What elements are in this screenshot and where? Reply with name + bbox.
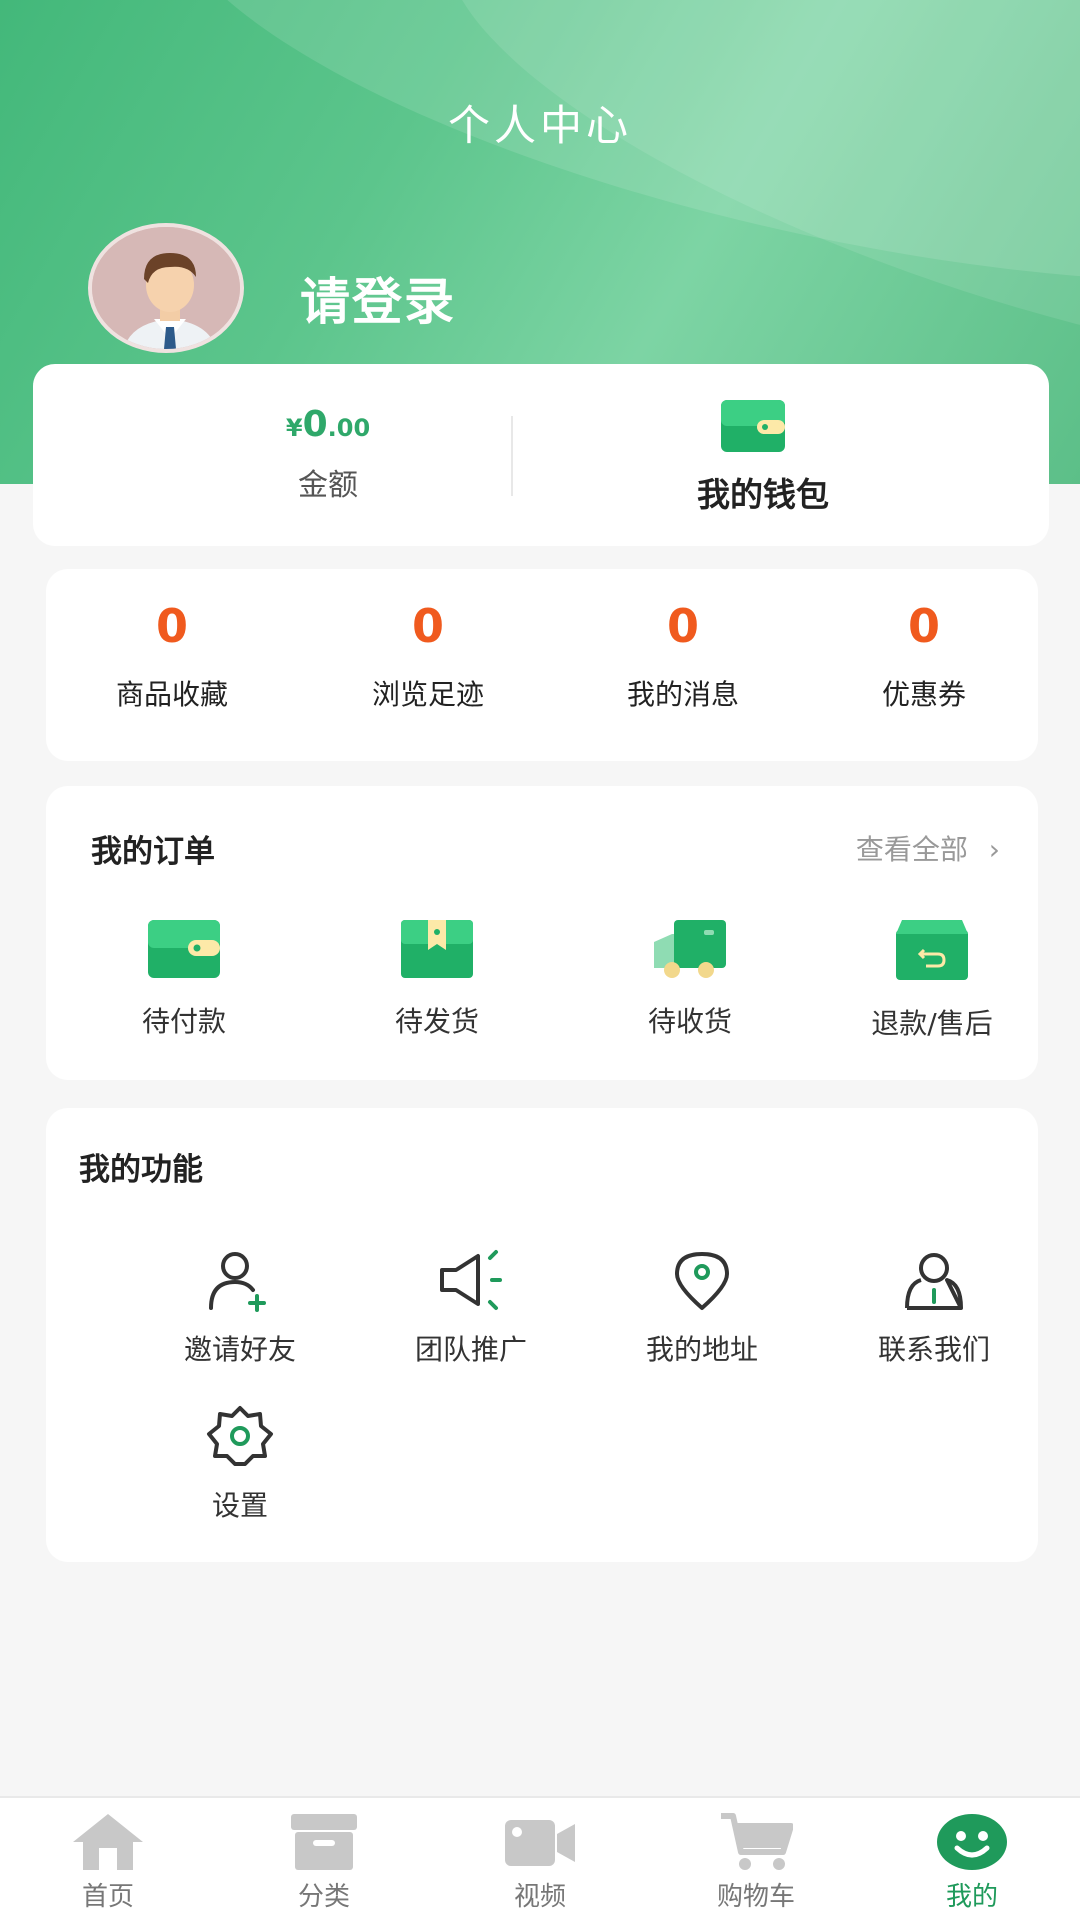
func-invite-friends[interactable]: 邀请好友 [145, 1248, 335, 1368]
tab-mine[interactable]: 我的 [892, 1812, 1052, 1913]
tab-label: 购物车 [716, 1882, 795, 1912]
tab-label: 首页 [81, 1882, 134, 1912]
login-prompt[interactable]: 请登录 [300, 262, 456, 334]
function-label: 邀请好友 [183, 1333, 296, 1366]
order-refund-aftersale[interactable]: 退款/售后 [837, 920, 1027, 1042]
stat-label: 浏览足迹 [371, 678, 484, 711]
wallet-icon [148, 920, 220, 978]
avatar[interactable] [88, 223, 244, 353]
order-pending-receipt[interactable]: 待收货 [595, 920, 785, 1040]
stat-value: 0 [666, 599, 699, 653]
view-all-orders-link[interactable]: 查看全部 › [856, 828, 1000, 868]
order-pending-shipment[interactable]: 待发货 [342, 920, 532, 1040]
stat-history[interactable]: 0 浏览足迹 [333, 599, 523, 713]
my-wallet-button[interactable]: 我的钱包 [653, 468, 873, 516]
func-my-address[interactable]: 我的地址 [607, 1248, 797, 1368]
bottom-tab-bar: 首页 分类 视频 购物车 我的 [0, 1796, 1080, 1920]
cart-icon [721, 1813, 793, 1870]
location-pin-icon [675, 1252, 729, 1310]
stats-card: 0 商品收藏 0 浏览足迹 0 我的消息 0 优惠券 [46, 569, 1038, 761]
category-box-icon [291, 1814, 357, 1870]
smiley-icon [937, 1814, 1007, 1870]
function-label: 团队推广 [414, 1333, 527, 1366]
stat-messages[interactable]: 0 我的消息 [588, 599, 778, 713]
contact-person-icon [905, 1253, 963, 1310]
function-label: 我的地址 [645, 1333, 758, 1366]
tab-cart[interactable]: 购物车 [676, 1812, 836, 1913]
video-camera-icon [505, 1820, 575, 1866]
tab-category[interactable]: 分类 [244, 1812, 404, 1913]
megaphone-icon [440, 1250, 502, 1310]
gear-icon [207, 1406, 273, 1466]
tab-video[interactable]: 视频 [460, 1812, 620, 1913]
balance-amount[interactable]: ¥0.00 [253, 404, 403, 445]
stat-favorites[interactable]: 0 商品收藏 [77, 599, 267, 713]
tab-label: 视频 [513, 1882, 566, 1912]
orders-card: 我的订单 查看全部 › 待付款 待发货 待收货 退款/售后 [46, 786, 1038, 1080]
chevron-right-icon: › [988, 833, 1000, 866]
package-icon [401, 920, 473, 978]
stat-coupons[interactable]: 0 优惠券 [829, 599, 1019, 713]
view-all-label: 查看全部 [855, 833, 968, 866]
order-label: 待收货 [647, 1005, 732, 1038]
tab-home[interactable]: 首页 [28, 1812, 188, 1913]
order-label: 待付款 [141, 1005, 226, 1038]
stat-value: 0 [155, 599, 188, 653]
stat-value: 0 [411, 599, 444, 653]
tab-label: 我的 [945, 1882, 998, 1912]
page-title: 个人中心 [447, 101, 632, 150]
orders-title: 我的订单 [91, 834, 215, 870]
stat-label: 我的消息 [626, 678, 739, 711]
stat-label: 商品收藏 [115, 678, 228, 711]
truck-icon [654, 920, 726, 978]
stat-value: 0 [907, 599, 940, 653]
add-user-icon [209, 1252, 266, 1312]
func-contact-us[interactable]: 联系我们 [839, 1248, 1029, 1368]
wallet-icon[interactable] [721, 400, 785, 456]
order-pending-payment[interactable]: 待付款 [89, 920, 279, 1040]
wallet-card: ¥0.00 金额 我的钱包 [33, 364, 1049, 546]
stat-label: 优惠券 [881, 678, 966, 711]
function-label: 联系我们 [877, 1333, 990, 1366]
func-settings[interactable]: 设置 [145, 1404, 335, 1524]
functions-title: 我的功能 [79, 1152, 203, 1188]
order-label: 待发货 [394, 1005, 479, 1038]
refund-box-icon [896, 920, 968, 980]
function-label: 设置 [211, 1489, 268, 1522]
tab-label: 分类 [297, 1882, 350, 1912]
order-label: 退款/售后 [871, 1007, 993, 1040]
balance-label: 金额 [298, 468, 358, 503]
home-icon [73, 1814, 143, 1870]
divider [503, 416, 513, 496]
functions-card: 我的功能 邀请好友 团队推广 我的地址 联系我们 设置 [46, 1108, 1038, 1562]
func-team-promotion[interactable]: 团队推广 [376, 1248, 566, 1368]
